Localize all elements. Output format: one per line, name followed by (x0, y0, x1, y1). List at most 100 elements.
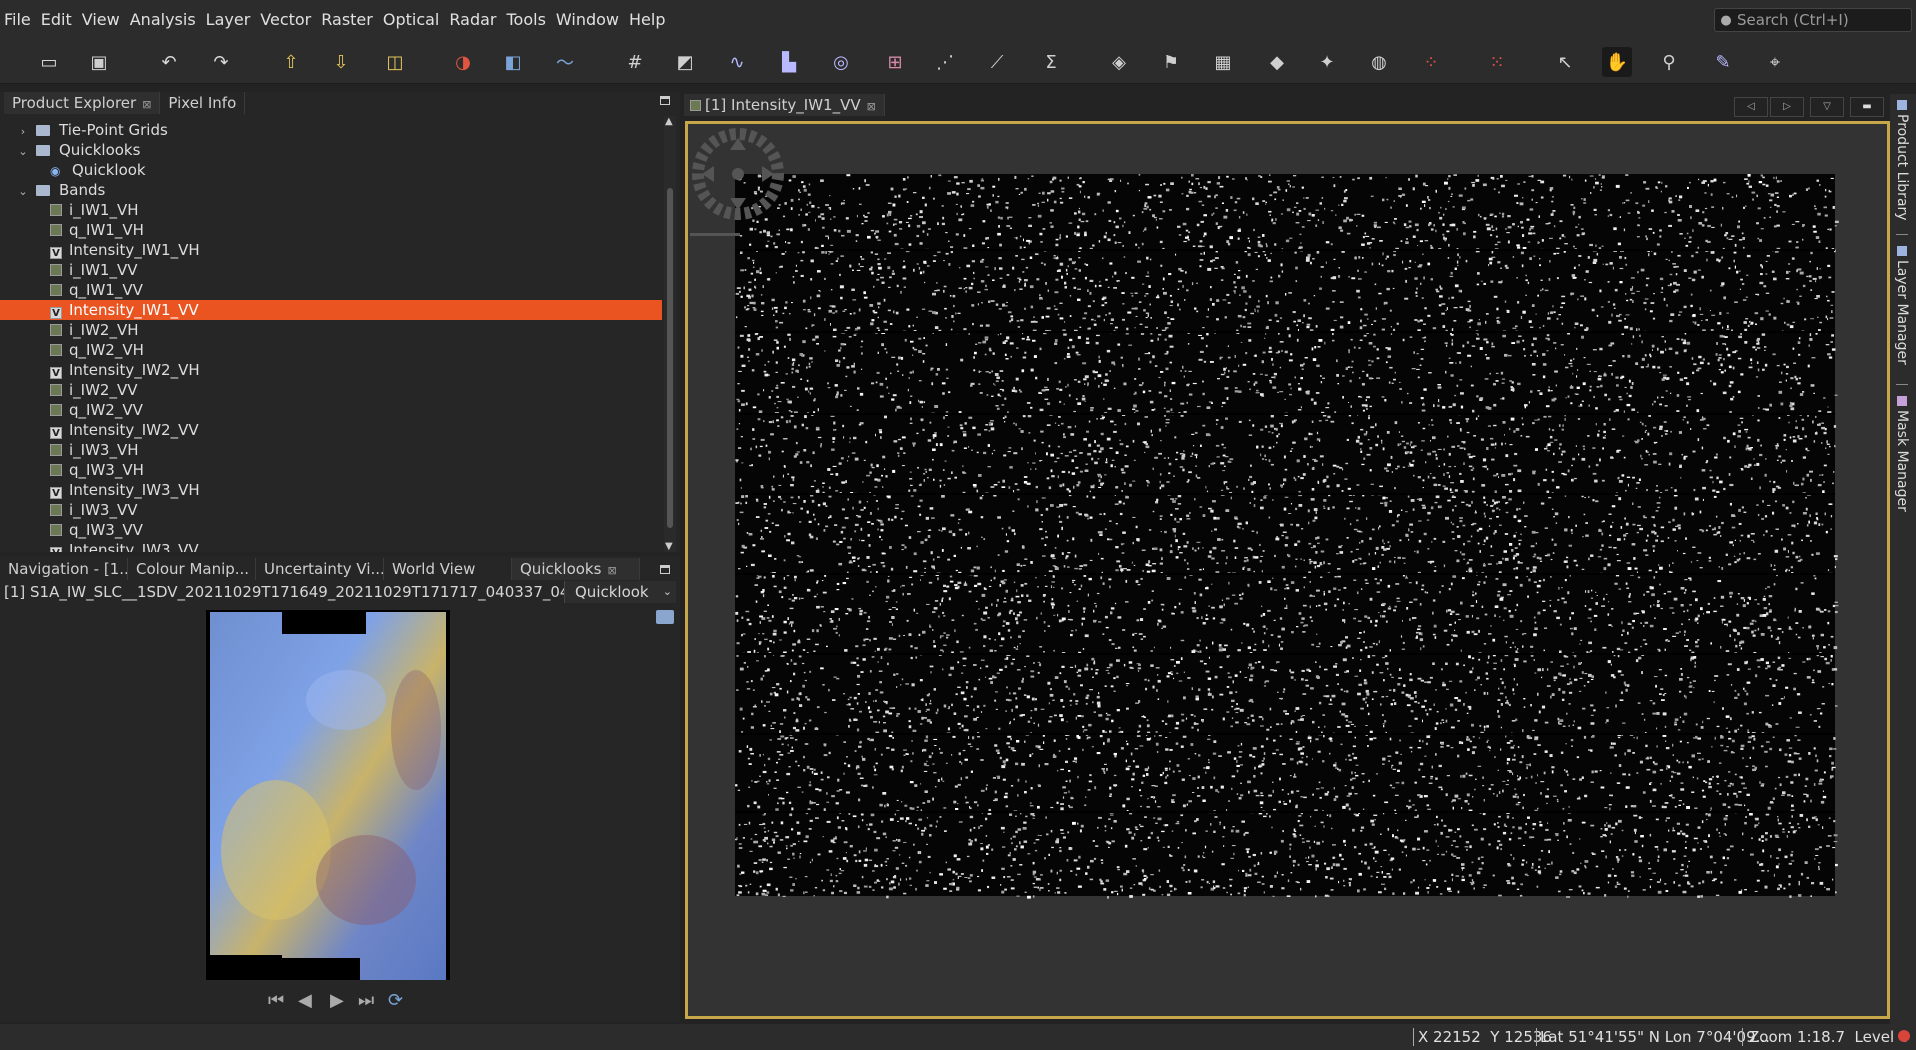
chevron-down-icon[interactable]: ⌄ (16, 182, 30, 202)
last-button[interactable]: ⏭ (358, 990, 374, 1011)
tab-intensity-iw1-vv[interactable]: [1] Intensity_IW1_VV ⊠ (684, 94, 885, 116)
menu-tools[interactable]: Tools (501, 0, 550, 40)
refresh-button[interactable]: ⟳ (388, 990, 403, 1011)
view-scroll-right[interactable]: ▷ (1770, 97, 1804, 117)
open-product-icon[interactable]: ▭ (34, 47, 64, 77)
menu-raster[interactable]: Raster (316, 0, 378, 40)
chevron-right-icon[interactable]: › (16, 122, 30, 142)
menu-optical[interactable]: Optical (378, 0, 445, 40)
tree-item[interactable]: i_IW1_VV (0, 260, 662, 280)
undo-icon[interactable]: ↶ (154, 47, 184, 77)
view-list-dropdown[interactable]: ▽ (1810, 97, 1844, 117)
search-input[interactable]: Search (Ctrl+I) (1737, 11, 1849, 29)
pan-center-icon[interactable] (732, 168, 744, 180)
menu-analysis[interactable]: Analysis (125, 0, 201, 40)
tree-item[interactable]: V Intensity_IW1_VH (0, 240, 662, 260)
tree-item[interactable]: ◉ Quicklook (0, 160, 662, 180)
range-finder-icon[interactable]: ⁘ (1416, 47, 1446, 77)
tree-item[interactable]: › Tie-Point Grids (0, 120, 662, 140)
gcp-placing-icon[interactable]: ⌖ (1760, 47, 1790, 77)
tab-lower-3[interactable]: World View (384, 558, 512, 580)
view-maximize[interactable]: ▬ (1850, 97, 1884, 117)
scroll-up-icon[interactable]: ▲ (665, 116, 673, 127)
search-box[interactable]: ● Search (Ctrl+I) (1714, 8, 1912, 32)
error-indicator-icon[interactable] (1898, 1030, 1910, 1042)
wave-icon[interactable]: 〜 (550, 47, 580, 77)
tree-item[interactable]: ⌄ Quicklooks (0, 140, 662, 160)
zoom-slider-line[interactable] (690, 233, 740, 236)
menu-window[interactable]: Window (551, 0, 624, 40)
gcp-icon[interactable]: ✦ (1312, 47, 1342, 77)
scatter-icon[interactable]: ⊞ (880, 47, 910, 77)
view-scroll-left[interactable]: ◁ (1734, 97, 1768, 117)
scroll-down-icon[interactable]: ▼ (665, 541, 673, 552)
quicklook-dropdown[interactable]: Quicklook ⌄ (564, 581, 676, 603)
grid-icon[interactable]: ▦ (1208, 47, 1238, 77)
import-icon[interactable]: ⇧ (276, 47, 306, 77)
statistics-icon[interactable]: Σ (1036, 47, 1066, 77)
rgb-image-icon[interactable]: ◑ (448, 47, 478, 77)
tab-lower-1[interactable]: Colour Manip... (128, 558, 256, 580)
pan-down-icon[interactable] (730, 198, 746, 210)
tree-item[interactable]: V Intensity_IW3_VH (0, 480, 662, 500)
menu-layer[interactable]: Layer (201, 0, 256, 40)
vector-icon[interactable]: ◆ (1262, 47, 1292, 77)
tree-item[interactable]: q_IW3_VV (0, 520, 662, 540)
tab-product-explorer[interactable]: Product Explorer ⊠ (4, 92, 161, 114)
pan-navigation-control[interactable] (690, 126, 786, 222)
close-icon[interactable]: ⊠ (142, 98, 151, 111)
geometry-icon[interactable]: ◍ (1364, 47, 1394, 77)
line-icon[interactable]: ◩ (670, 47, 700, 77)
tree-item[interactable]: V Intensity_IW2_VH (0, 360, 662, 380)
mask-manager-tab[interactable]: Mask Manager (1894, 396, 1910, 512)
tab-lower-0[interactable]: Navigation - [1... (0, 558, 128, 580)
tree-item[interactable]: V Intensity_IW1_VV (0, 300, 662, 320)
correlation-icon[interactable]: ⟋ (982, 47, 1012, 77)
chevron-down-icon[interactable]: ⌄ (16, 142, 30, 162)
next-button[interactable]: ▶ (330, 990, 344, 1011)
tree-item[interactable]: V Intensity_IW2_VV (0, 420, 662, 440)
image-view[interactable] (685, 121, 1890, 1019)
redo-icon[interactable]: ↷ (206, 47, 236, 77)
menu-edit[interactable]: Edit (36, 0, 77, 40)
scroll-thumb[interactable] (667, 188, 673, 528)
pin-icon[interactable]: ⚑ (1156, 47, 1186, 77)
tree-item[interactable]: q_IW2_VH (0, 340, 662, 360)
tab-lower-2[interactable]: Uncertainty Vi... (256, 558, 384, 580)
tree-item[interactable]: q_IW1_VV (0, 280, 662, 300)
menu-vector[interactable]: Vector (255, 0, 316, 40)
tree-item[interactable]: i_IW3_VV (0, 500, 662, 520)
menu-file[interactable]: File (0, 0, 36, 40)
tab-pixel-info[interactable]: Pixel Info (160, 92, 246, 114)
tree-item[interactable]: ⌄ Bands (0, 180, 662, 200)
tree-item[interactable]: q_IW2_VV (0, 400, 662, 420)
pan-icon[interactable]: ✋ (1602, 47, 1632, 77)
layer-editor-icon[interactable]: ◈ (1104, 47, 1134, 77)
save-product-icon[interactable]: ▣ (84, 47, 114, 77)
close-icon[interactable]: ⊠ (607, 564, 616, 577)
pin-placing-icon[interactable]: ✎ (1708, 47, 1738, 77)
select-icon[interactable]: ↖ (1550, 47, 1580, 77)
histogram-icon[interactable]: ▙ (774, 47, 804, 77)
tree-item[interactable]: i_IW2_VH (0, 320, 662, 340)
first-button[interactable]: ⏮ (268, 990, 284, 1011)
export-icon[interactable]: ⇩ (326, 47, 356, 77)
tree-item[interactable]: i_IW1_VH (0, 200, 662, 220)
tree-item[interactable]: V Intensity_IW3_VV (0, 540, 662, 552)
menu-view[interactable]: View (77, 0, 125, 40)
information-icon[interactable]: ◎ (826, 47, 856, 77)
tab-lower-4[interactable]: Quicklooks ⊠ (512, 558, 640, 580)
menu-help[interactable]: Help (624, 0, 670, 40)
tree-item[interactable]: q_IW3_VH (0, 460, 662, 480)
close-icon[interactable]: ⊠ (867, 100, 876, 113)
explorer-scrollbar[interactable]: ▲ ▼ (664, 116, 676, 552)
menu-radar[interactable]: Radar (444, 0, 501, 40)
graticule-icon[interactable]: # (620, 47, 650, 77)
tree-item[interactable]: q_IW1_VH (0, 220, 662, 240)
sar-image-canvas[interactable] (688, 124, 1887, 1016)
product-library-tab[interactable]: Product Library (1894, 100, 1910, 221)
previous-button[interactable]: ◀ (298, 990, 312, 1011)
open-folder-icon[interactable] (656, 610, 674, 624)
tree-item[interactable]: i_IW2_VV (0, 380, 662, 400)
profile-icon[interactable]: ⋰ (930, 47, 960, 77)
